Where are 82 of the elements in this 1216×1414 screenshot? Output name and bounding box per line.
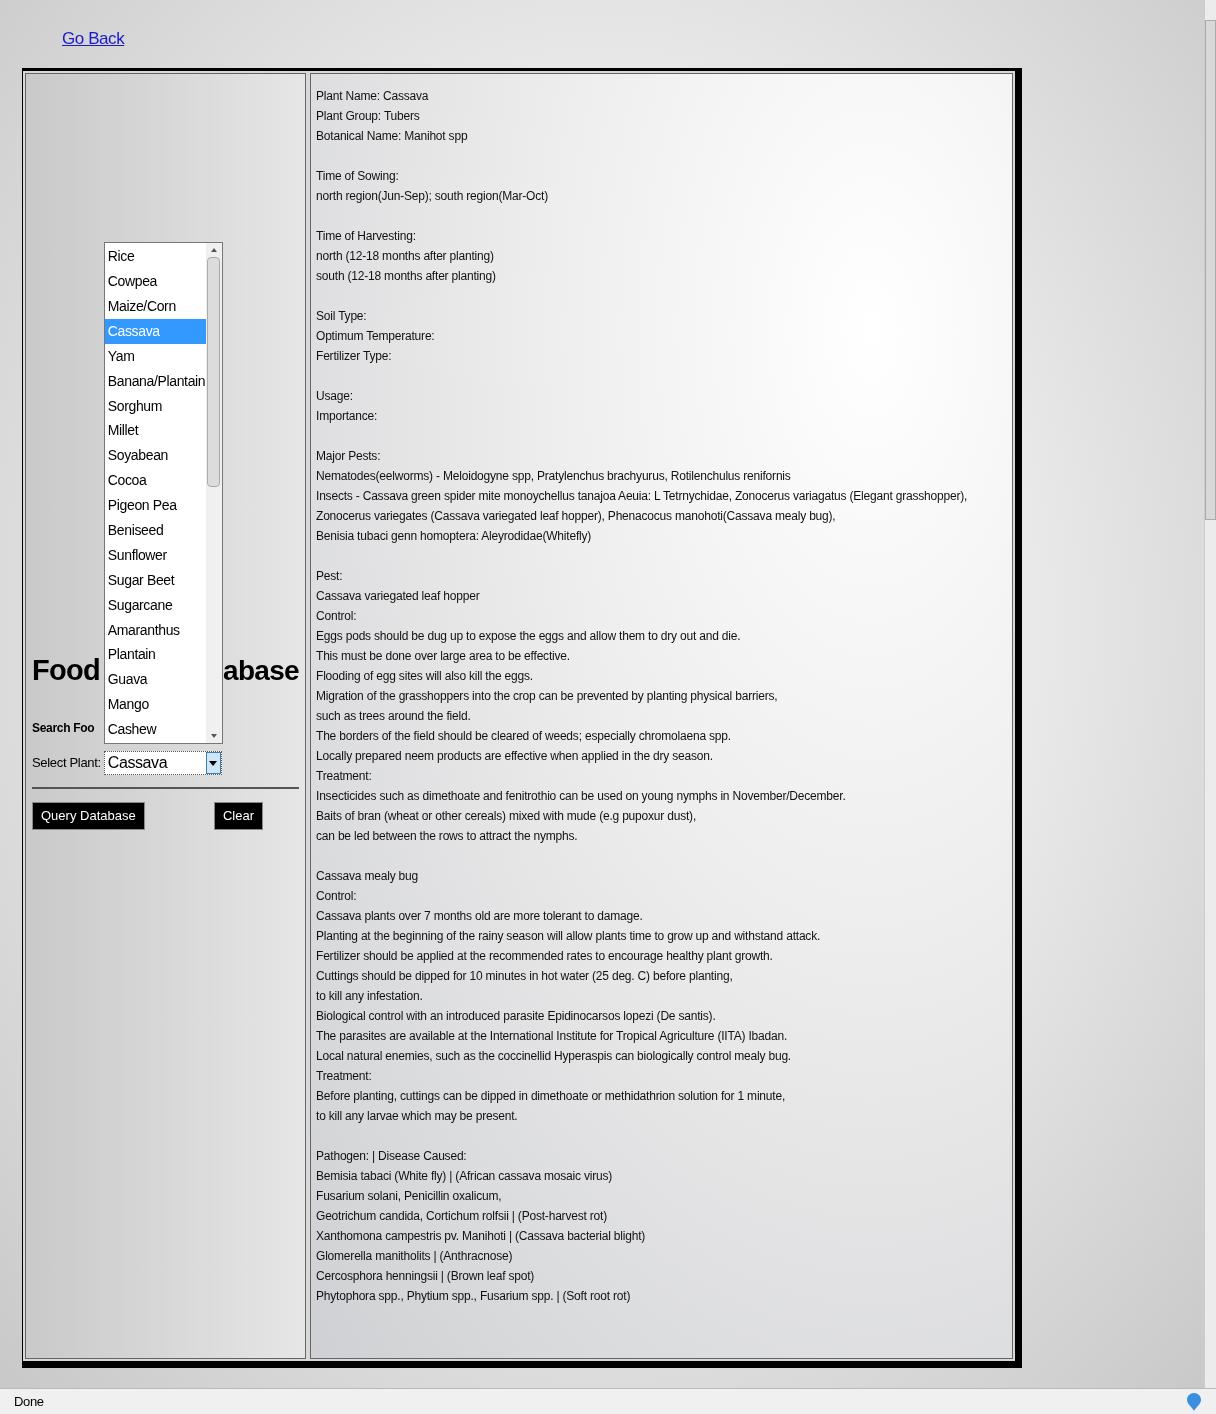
plant-option[interactable]: Soyabean [104,443,206,469]
detail-line: Insecticides such as dimethoate and fenitrothio can be used on young nymphs in November/December. [316,788,847,805]
balloon-icon [1186,1391,1202,1412]
query-database-button[interactable]: Query Database [32,802,145,830]
plant-option[interactable]: Cocoa [104,468,206,494]
detail-line: Botanical Name: Manihot spp [316,128,469,145]
detail-line: Zonocerus variegates (Cassava variegated leaf hopper), Phenacocus manohoti(Cassava mealy bug), [316,508,837,525]
plant-option[interactable]: Millet [104,418,206,444]
detail-line: Pathogen: | Disease Caused: [316,1148,468,1165]
plant-option[interactable]: Mango [104,692,206,718]
page-title: abase [223,654,299,688]
detail-line: Time of Harvesting: [316,228,417,245]
detail-line: Importance: [316,408,379,425]
detail-line: Phytophora spp., Phytium spp., Fusarium spp. | (Soft root rot) [316,1288,632,1305]
detail-line: Glomerella manitholits | (Anthracnose) [316,1248,514,1265]
search-heading: Search Foo [32,721,95,735]
detail-line: This must be done over large area to be effective. [316,648,571,665]
plant-option[interactable]: Yam [104,343,206,369]
detail-line: Treatment: [316,768,373,785]
detail-line: Fusarium solani, Penicillin oxalicum, [316,1188,503,1205]
go-back-link[interactable]: Go Back [62,29,125,48]
detail-line: The borders of the field should be cleared of weeds; especially chromolaena spp. [316,728,732,745]
status-text: Done [14,1392,44,1411]
plant-option[interactable]: Sunflower [104,542,206,568]
detail-line: Local natural enemies, such as the coccinellid Hyperaspis can biologically control mealy bug. [316,1048,792,1065]
detail-line: Major Pests: [316,448,382,465]
detail-line: Bemisia tabaci (White fly) | (African cassava mosaic virus) [316,1168,614,1185]
detail-line: Planting at the beginning of the rainy season will allow plants time to grow up and withstand attack. [316,928,822,945]
plant-option[interactable]: Sorghum [104,393,206,419]
detail-line: Fertilizer Type: [316,348,393,365]
plant-option[interactable]: Amaranthus [104,617,206,643]
detail-line: to kill any infestation. [316,988,424,1005]
detail-line: can be led between the rows to attract the nymphs. [316,828,579,845]
detail-line: Cuttings should be dipped for 10 minutes in hot water (25 deg. C) before planting, [316,968,734,985]
detail-line: Cercosphora henningsii | (Brown leaf spot) [316,1268,536,1285]
detail-line: Biological control with an introduced parasite Epidinocarsos lopezi (De santis). [316,1008,717,1025]
detail-line: Insects - Cassava green spider mite monoychellus tanajoa Aeuia: L Tetrnychidae, Zonocerus variagatus (Elegant grasshopper), [316,488,969,505]
detail-line: Nematodes(eelworms) - Meloidogyne spp, Pratylenchus brachyurus, Rotilenchulus renifornis [316,468,792,485]
detail-line: Treatment: [316,1068,373,1085]
plant-option[interactable]: Sugar Beet [104,567,206,593]
detail-line: north (12-18 months after planting) [316,248,495,265]
detail-line: Plant Group: Tubers [316,108,421,125]
detail-line: Eggs pods should be dug up to expose the eggs and allow them to dry out and die. [316,628,742,645]
detail-line: Locally prepared neem products are effective when applied in the dry season. [316,748,714,765]
plant-option[interactable]: Cashew [104,717,206,742]
detail-line: such as trees around the field. [316,708,472,725]
detail-line: to kill any larvae which may be present. [316,1108,519,1125]
detail-line: Soil Type: [316,308,368,325]
detail-line: north region(Jun-Sep); south region(Mar-Oct) [316,188,549,205]
detail-line: Cassava variegated leaf hopper [316,588,481,605]
plant-option[interactable]: Maize/Corn [104,293,206,319]
plant-option[interactable]: Banana/Plantain [104,368,206,394]
clear-button[interactable]: Clear [213,802,263,830]
page-title: Food [32,653,100,689]
detail-line: south (12-18 months after planting) [316,268,497,285]
plant-option[interactable]: Plantain [104,642,206,668]
plant-option[interactable]: Rice [104,244,206,270]
detail-line: Before planting, cuttings can be dipped in dimethoate or methidathrion solution for 1 minute, [316,1088,787,1105]
detail-line: Optimum Temperature: [316,328,436,345]
detail-line: Migration of the grasshoppers into the crop can be prevented by planting physical barriers, [316,688,779,705]
detail-line: Cassava mealy bug [316,868,419,885]
detail-line: Baits of bran (wheat or other cereals) mixed with mude (e.g pupoxur dust), [316,808,698,825]
detail-line: The parasites are available at the International Institute for Tropical Agriculture (IITA) Ibadan. [316,1028,789,1045]
plant-option[interactable]: Beniseed [104,518,206,543]
detail-line: Plant Name: Cassava [316,88,430,105]
plant-select[interactable]: Cassava [103,751,222,775]
plant-option[interactable]: Pigeon Pea [104,493,206,518]
detail-line: Usage: [316,388,354,405]
detail-line: Geotrichum candida, Cortichum rolfsii | (Post-harvest rot) [316,1208,608,1225]
detail-line: Xanthomona campestris pv. Manihoti | (Cassava bacterial blight) [316,1228,647,1245]
plant-option[interactable]: Cowpea [104,269,206,294]
detail-line: Flooding of egg sites will also kill the eggs. [316,668,534,685]
detail-line: Benisia tubaci genn homoptera: Aleyrodidae(Whitefly) [316,528,593,545]
detail-line: Control: [316,608,358,625]
detail-line: Time of Sowing: [316,168,400,185]
detail-line: Pest: [316,568,344,585]
detail-line: Control: [316,888,358,905]
plant-option[interactable]: Guava [104,667,206,693]
select-label: Select Plant: [32,754,101,773]
detail-line: Fertilizer should be applied at the recommended rates to encourage healthy plant growth. [316,948,774,965]
plant-option[interactable]: Sugarcane [104,592,206,618]
detail-line: Cassava plants over 7 months old are more tolerant to damage. [316,908,644,925]
